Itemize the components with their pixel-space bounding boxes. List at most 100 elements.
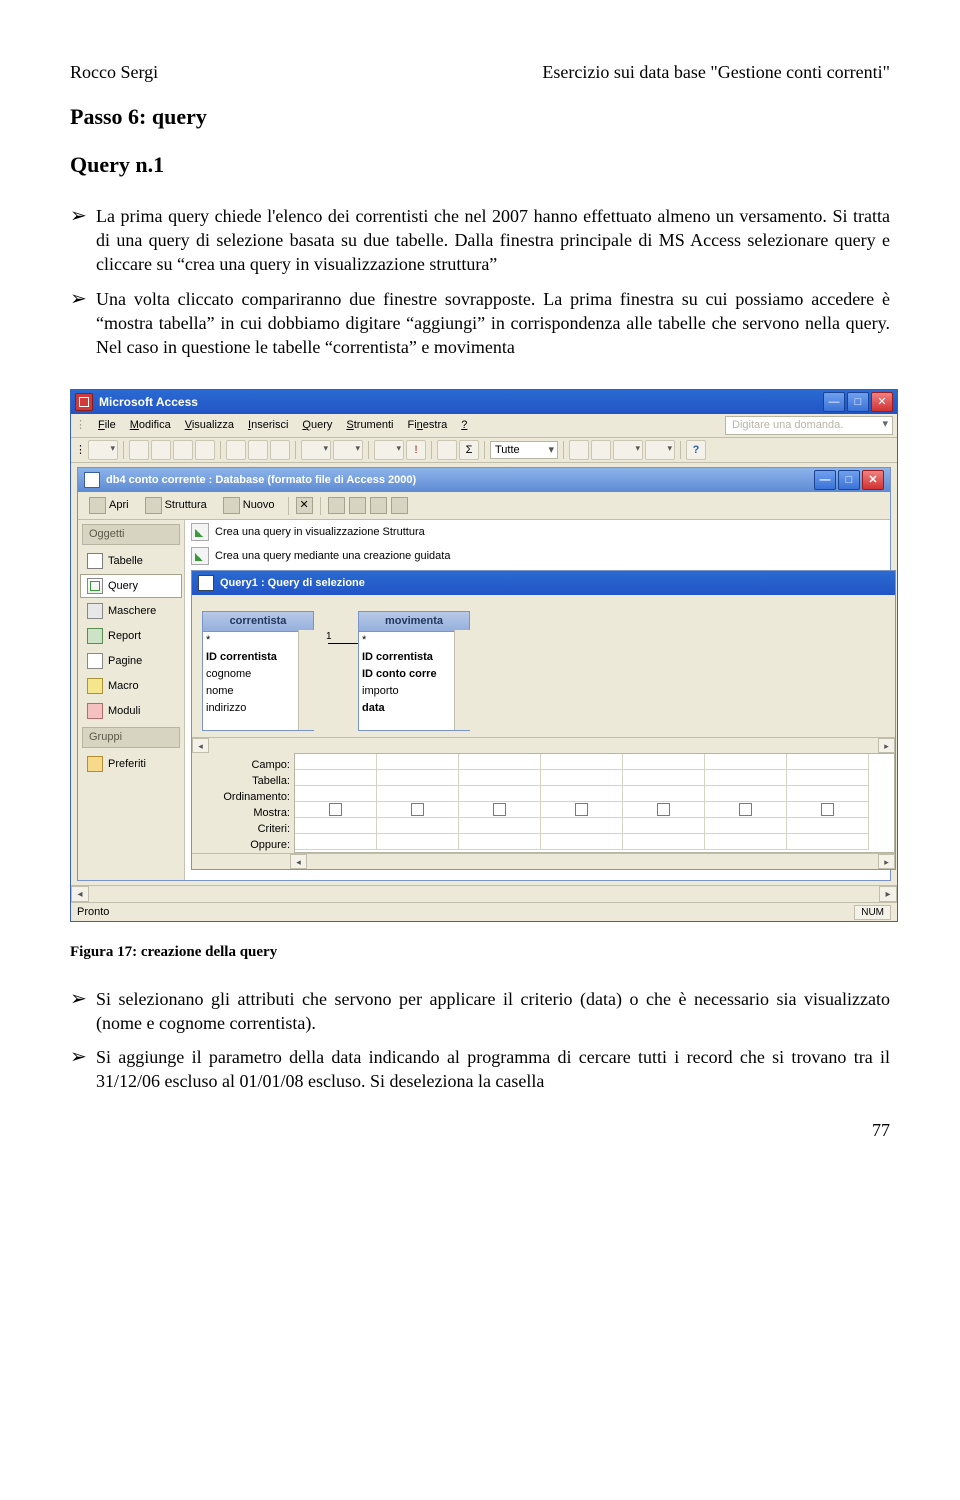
field[interactable]: ID correntista (359, 649, 469, 666)
scroll-right-icon[interactable]: ▸ (879, 886, 897, 902)
show-checkbox[interactable] (329, 803, 342, 816)
view-button[interactable] (88, 440, 118, 460)
field[interactable]: ID correntista (203, 649, 313, 666)
table-correntista[interactable]: correntista * ID correntista cognome nom… (202, 611, 314, 731)
db-open-label: Apri (109, 498, 129, 513)
db-close-button[interactable]: ✕ (862, 470, 884, 490)
separator (563, 441, 564, 459)
menu-modifica[interactable]: Modifica (130, 418, 171, 433)
sidebar-item-tabelle[interactable]: Tabelle (80, 549, 182, 573)
sidebar-item-label: Report (108, 629, 141, 644)
menu-strumenti[interactable]: Strumenti (346, 418, 393, 433)
field[interactable]: data (359, 700, 469, 717)
db-maximize-button[interactable]: □ (838, 470, 860, 490)
help-icon[interactable]: ? (686, 440, 706, 460)
props-icon[interactable] (569, 440, 589, 460)
scroll-left-icon[interactable]: ◂ (71, 886, 89, 902)
small-icons-icon[interactable] (349, 497, 366, 514)
db-design-button[interactable]: Struttura (139, 495, 213, 516)
query-design-titlebar: Query1 : Query di selezione (192, 571, 895, 595)
top-values-combo[interactable]: Tutte (490, 441, 558, 459)
paste-icon[interactable] (270, 440, 290, 460)
query-tables-canvas[interactable]: correntista * ID correntista cognome nom… (192, 595, 895, 737)
outer-hscrollbar[interactable]: ◂ ▸ (71, 885, 897, 902)
create-query-design-row[interactable]: Crea una query in visualizzazione Strutt… (185, 520, 890, 544)
show-checkbox[interactable] (739, 803, 752, 816)
sidebar-item-label: Pagine (108, 654, 142, 669)
qbe-hscrollbar[interactable]: ◂ ▸ (192, 853, 895, 869)
separator (320, 497, 321, 515)
sidebar-item-maschere[interactable]: Maschere (80, 599, 182, 623)
menu-finestra[interactable]: Finestra (407, 418, 447, 433)
vertical-scrollbar[interactable] (298, 630, 314, 730)
status-text: Pronto (77, 905, 109, 920)
field[interactable]: cognome (203, 666, 313, 683)
menu-query[interactable]: Query (302, 418, 332, 433)
create-query-wizard-row[interactable]: Crea una query mediante una creazione gu… (185, 544, 890, 568)
spellcheck-icon[interactable] (195, 440, 215, 460)
cut-icon[interactable] (226, 440, 246, 460)
vertical-scrollbar[interactable] (454, 630, 470, 730)
copy-icon[interactable] (248, 440, 268, 460)
field[interactable]: indirizzo (203, 700, 313, 717)
show-checkbox[interactable] (657, 803, 670, 816)
dbwin-icon[interactable] (613, 440, 643, 460)
field[interactable]: nome (203, 683, 313, 700)
db-open-button[interactable]: Apri (83, 495, 135, 516)
show-checkbox[interactable] (575, 803, 588, 816)
table-correntista-header: correntista (203, 612, 313, 632)
qbe-label-oppure: Oppure: (192, 837, 290, 853)
ask-question-box[interactable]: Digitare una domanda. (725, 416, 893, 435)
large-icons-icon[interactable] (328, 497, 345, 514)
scroll-right-icon[interactable]: ▸ (878, 854, 895, 869)
show-checkbox[interactable] (493, 803, 506, 816)
db-minimize-button[interactable]: — (814, 470, 836, 490)
database-window: db4 conto corrente : Database (formato f… (77, 467, 891, 881)
totals-icon[interactable]: Σ (459, 440, 479, 460)
bullet-arrow-icon: ➢ (70, 287, 96, 360)
sidebar-item-preferiti[interactable]: Preferiti (80, 752, 182, 776)
details-icon[interactable] (391, 497, 408, 514)
save-icon[interactable] (129, 440, 149, 460)
db-new-button[interactable]: Nuovo (217, 495, 281, 516)
scroll-left-icon[interactable]: ◂ (290, 854, 307, 869)
run-icon[interactable]: ! (406, 440, 426, 460)
canvas-hscrollbar[interactable]: ◂ ▸ (192, 737, 895, 753)
sidebar-item-query[interactable]: Query (80, 574, 182, 598)
menu-file[interactable]: File (98, 418, 116, 433)
menu-help[interactable]: ? (461, 418, 467, 433)
showtable-icon[interactable] (437, 440, 457, 460)
menu-visualizza[interactable]: Visualizza (185, 418, 234, 433)
page-icon (87, 653, 103, 669)
build-icon[interactable] (591, 440, 611, 460)
newobj-icon[interactable] (645, 440, 675, 460)
table-movimenta[interactable]: movimenta * ID correntista ID conto corr… (358, 611, 470, 731)
field[interactable]: ID conto corre (359, 666, 469, 683)
maximize-button[interactable]: □ (847, 392, 869, 412)
sidebar-item-report[interactable]: Report (80, 624, 182, 648)
preview-icon[interactable] (173, 440, 193, 460)
show-checkbox[interactable] (411, 803, 424, 816)
menu-inserisci[interactable]: Inserisci (248, 418, 288, 433)
sidebar-item-pagine[interactable]: Pagine (80, 649, 182, 673)
close-button[interactable]: ✕ (871, 392, 893, 412)
sidebar-item-label: Moduli (108, 704, 140, 719)
bullet-4-text: Si aggiunge il parametro della data indi… (96, 1045, 890, 1094)
redo-icon[interactable] (333, 440, 363, 460)
field[interactable]: * (203, 632, 313, 649)
field[interactable]: importo (359, 683, 469, 700)
sidebar-item-label: Macro (108, 679, 139, 694)
show-checkbox[interactable] (821, 803, 834, 816)
scroll-right-icon[interactable]: ▸ (878, 738, 895, 753)
querytype-icon[interactable] (374, 440, 404, 460)
sidebar-item-macro[interactable]: Macro (80, 674, 182, 698)
minimize-button[interactable]: — (823, 392, 845, 412)
scroll-left-icon[interactable]: ◂ (192, 738, 209, 753)
delete-icon[interactable]: ✕ (296, 497, 313, 514)
list-icon[interactable] (370, 497, 387, 514)
field[interactable]: * (359, 632, 469, 649)
qbe-cells[interactable] (294, 753, 895, 853)
print-icon[interactable] (151, 440, 171, 460)
undo-icon[interactable] (301, 440, 331, 460)
sidebar-item-moduli[interactable]: Moduli (80, 699, 182, 723)
